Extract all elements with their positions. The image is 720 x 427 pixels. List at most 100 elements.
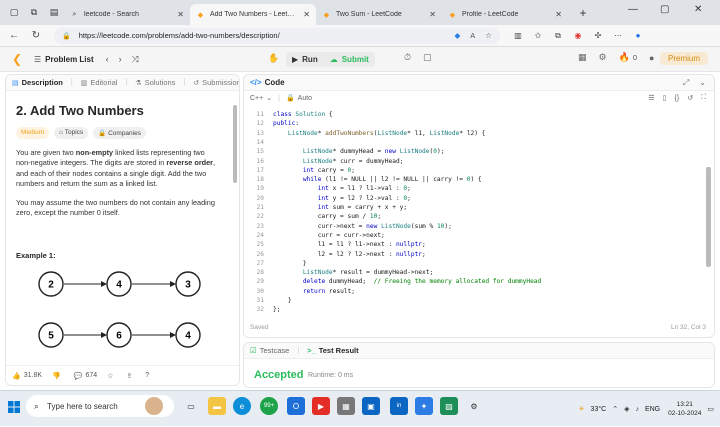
close-icon[interactable]: ✕ — [555, 10, 562, 19]
language-indicator[interactable]: ENG — [645, 406, 660, 413]
companies-tag[interactable]: 🔒 Companies — [93, 127, 146, 139]
expand-icon[interactable]: ⤢ — [683, 78, 689, 88]
braces-icon[interactable]: {} — [675, 95, 680, 102]
premium-button[interactable]: Premium — [659, 52, 708, 65]
chevron-right-icon[interactable]: › — [119, 54, 122, 64]
youtube-icon[interactable]: ▶ — [312, 397, 330, 415]
collapse-icon[interactable]: ⌄ — [699, 78, 706, 87]
read-aloud-icon[interactable]: A — [470, 31, 475, 40]
linkedin-icon[interactable]: in — [390, 397, 408, 415]
browser-tab-search[interactable]: ⌕ leetcode - Search ✕ — [64, 4, 190, 25]
weather-icon[interactable]: ☀ — [578, 405, 584, 413]
new-tab-button[interactable]: + — [574, 4, 592, 22]
tag-icon[interactable]: ◆ — [454, 31, 460, 40]
comments-button[interactable]: 💬 674 — [74, 372, 97, 380]
fire-icon[interactable]: 🔥 — [619, 52, 630, 63]
share-button[interactable]: ⇪ — [126, 372, 135, 380]
like-button[interactable]: 👍 31.8K — [12, 372, 42, 380]
format-icon[interactable]: ☰ — [648, 94, 654, 102]
shuffle-icon[interactable]: ⤨ — [132, 54, 139, 65]
refresh-icon[interactable]: ↻ — [28, 28, 44, 44]
extension-icon[interactable]: ◉ — [570, 28, 586, 44]
tab-solutions[interactable]: ⚗ Solutions — [135, 78, 175, 87]
tab-description[interactable]: ▤ Description — [12, 78, 63, 87]
store-icon[interactable]: ▣ — [362, 397, 380, 415]
browser-tab-two-sum[interactable]: ◆ Two Sum - LeetCode ✕ — [316, 4, 442, 25]
close-icon[interactable]: ✕ — [177, 10, 184, 19]
maps-icon[interactable]: ✦ — [415, 397, 433, 415]
browser-tab-add-two-numbers[interactable]: ◆ Add Two Numbers - LeetCode ✕ — [190, 4, 316, 25]
run-button[interactable]: ▶ Run — [286, 52, 324, 67]
notes-icon[interactable]: ▢ — [423, 52, 432, 63]
app-icon[interactable]: ▦ — [337, 397, 355, 415]
favorite-icon[interactable]: ☆ — [485, 31, 492, 40]
photos-icon[interactable]: ▨ — [440, 397, 458, 415]
profile-icon[interactable]: ▢ — [7, 6, 21, 20]
language-select[interactable]: C++ — [250, 95, 263, 102]
topics-tag[interactable]: ⌂ Topics — [54, 127, 89, 139]
browser-tab-profile[interactable]: ◆ Profile - LeetCode ✕ — [442, 4, 568, 25]
timer-icon[interactable]: ⏱ — [404, 52, 411, 63]
url-input[interactable]: 🔒 https://leetcode.com/problems/add-two-… — [54, 27, 500, 44]
windows-start-icon[interactable] — [8, 401, 20, 413]
description-scrollbar[interactable] — [233, 105, 237, 183]
submit-button[interactable]: ☁ Submit — [324, 52, 375, 67]
close-window-icon[interactable]: ✕ — [694, 4, 702, 15]
tab-test-result[interactable]: >_ Test Result — [307, 346, 358, 355]
debug-icon[interactable]: ✋ — [268, 53, 279, 64]
network-icon[interactable]: ◈ — [624, 405, 629, 413]
extensions-icon[interactable]: ✣ — [590, 28, 606, 44]
tab-testcase[interactable]: ☑ Testcase — [250, 346, 289, 355]
file-explorer-icon[interactable]: ▬ — [208, 397, 226, 415]
task-view-icon[interactable]: ▭ — [182, 397, 200, 415]
help-button[interactable]: ? — [145, 372, 152, 379]
leetcode-logo-icon[interactable]: ❮ — [12, 52, 24, 66]
volume-icon[interactable]: ♪ — [635, 406, 639, 413]
settings-icon[interactable]: ⚙ — [599, 52, 607, 63]
back-icon[interactable]: ← — [6, 28, 22, 44]
document-icon: ▤ — [12, 79, 19, 87]
submit-label: Submit — [341, 55, 369, 64]
workspaces-icon[interactable]: ⧉ — [27, 6, 41, 20]
layout-icon[interactable]: ▦ — [578, 52, 587, 63]
tab-submissions[interactable]: ↺ Submissions — [193, 78, 239, 87]
editor-scrollbar[interactable] — [706, 167, 711, 267]
clock[interactable]: 13:21 02-10-2024 — [668, 400, 701, 418]
reset-icon[interactable]: ↺ — [687, 94, 693, 102]
tab-editorial[interactable]: ▥ Editorial — [81, 78, 118, 87]
edge-icon[interactable]: e — [233, 397, 251, 415]
tab-label: Testcase — [259, 346, 290, 355]
favorite-button[interactable]: ☆ — [107, 372, 116, 380]
favorites-icon[interactable]: ✩ — [530, 28, 546, 44]
autocomplete-mode[interactable]: Auto — [298, 95, 312, 102]
like-count: 31.8K — [23, 372, 43, 379]
search-highlight-icon[interactable] — [145, 397, 163, 415]
dislike-button[interactable]: 👎 — [52, 372, 64, 380]
settings-icon[interactable]: ⚙ — [465, 397, 483, 415]
avatar[interactable]: ● — [649, 53, 654, 63]
bookmark-icon[interactable]: ▯ — [663, 94, 667, 102]
close-icon[interactable]: ✕ — [303, 10, 310, 19]
split-screen-icon[interactable]: ▥ — [510, 28, 526, 44]
chat-icon[interactable]: 99+ — [260, 397, 278, 415]
fullscreen-icon[interactable]: ⛶ — [701, 94, 706, 102]
notification-icon[interactable]: ▭ — [707, 405, 714, 413]
share-icon: ⇪ — [126, 372, 133, 380]
maximize-icon[interactable]: ▢ — [660, 4, 669, 15]
chevron-down-icon[interactable]: ⌄ — [266, 94, 272, 102]
outlook-icon[interactable]: O — [287, 397, 305, 415]
code-editor[interactable]: 11 12 13 14 15 16 17 18 19 20 21 22 23 2… — [244, 109, 714, 315]
more-icon[interactable]: ⋯ — [610, 28, 626, 44]
streak-count: 0 — [632, 53, 637, 62]
runtime-text: Runtime: 0 ms — [308, 372, 354, 379]
difficulty-badge[interactable]: Medium — [16, 127, 50, 139]
copilot-icon[interactable]: ● — [630, 28, 646, 44]
collections-icon[interactable]: ⧉ — [550, 28, 566, 44]
tab-actions-icon[interactable]: ▤ — [47, 6, 61, 20]
description-paragraph: You may assume the two numbers do not co… — [16, 197, 215, 218]
close-icon[interactable]: ✕ — [429, 10, 436, 19]
problem-list-link[interactable]: Problem List — [45, 55, 93, 64]
chevron-up-icon[interactable]: ⌃ — [612, 405, 618, 413]
minimize-icon[interactable]: — — [628, 4, 638, 15]
chevron-left-icon[interactable]: ‹ — [106, 54, 109, 64]
